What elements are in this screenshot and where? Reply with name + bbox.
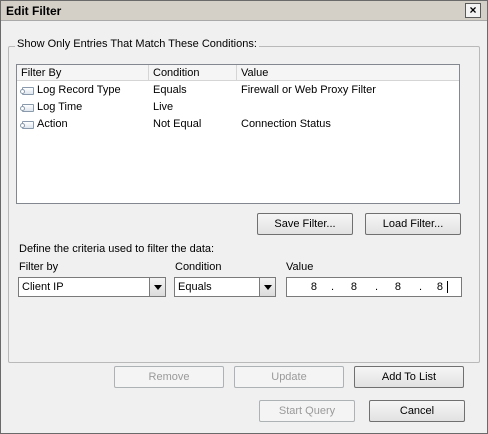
list-header: Filter By Condition Value: [17, 65, 459, 81]
condition-dropdown[interactable]: Equals: [174, 277, 276, 297]
filter-by-dropdown[interactable]: Client IP: [18, 277, 166, 297]
row-condition: Equals: [153, 84, 187, 96]
column-header-condition[interactable]: Condition: [149, 65, 237, 81]
chevron-down-icon[interactable]: [259, 278, 275, 296]
close-icon: ×: [469, 3, 477, 17]
filter-by-label: Filter by: [19, 261, 59, 273]
chevron-down-icon[interactable]: [149, 278, 165, 296]
value-label: Value: [286, 261, 314, 273]
row-filter-by: Action: [37, 118, 68, 130]
title-bar[interactable]: Edit Filter ×: [1, 1, 487, 21]
ip-octet-2[interactable]: 8: [327, 278, 357, 296]
filter-by-selected: Client IP: [22, 281, 64, 293]
criteria-instruction: Define the criteria used to filter the d…: [19, 243, 215, 255]
row-value: Firewall or Web Proxy Filter: [241, 84, 376, 96]
row-filter-by: Log Record Type: [37, 84, 121, 96]
ip-address-field[interactable]: 8 . 8 . 8 . 8: [286, 277, 462, 297]
save-filter-button[interactable]: Save Filter...: [257, 213, 353, 235]
column-header-filter-by[interactable]: Filter By: [17, 65, 149, 81]
row-condition: Live: [153, 101, 174, 113]
add-to-list-button[interactable]: Add To List: [354, 366, 464, 388]
load-filter-button[interactable]: Load Filter...: [365, 213, 461, 235]
start-query-button[interactable]: Start Query: [259, 400, 355, 422]
ip-octet-3[interactable]: 8: [371, 278, 401, 296]
dialog-title: Edit Filter: [6, 4, 62, 18]
filter-entry-icon: [20, 121, 34, 129]
condition-label: Condition: [175, 261, 222, 273]
text-cursor: [447, 281, 448, 293]
cancel-button[interactable]: Cancel: [369, 400, 465, 422]
ip-octet-1[interactable]: 8: [287, 278, 317, 296]
conditions-group-label: Show Only Entries That Match These Condi…: [15, 38, 259, 50]
row-condition: Not Equal: [153, 118, 202, 130]
row-value: Connection Status: [241, 118, 331, 130]
list-item[interactable]: Log Time Live: [17, 99, 459, 116]
remove-button[interactable]: Remove: [114, 366, 224, 388]
close-button[interactable]: ×: [465, 3, 481, 18]
list-item[interactable]: Action Not Equal Connection Status: [17, 116, 459, 133]
conditions-list[interactable]: Filter By Condition Value Log Record Typ…: [16, 64, 460, 204]
row-filter-by: Log Time: [37, 101, 83, 113]
filter-entry-icon: [20, 87, 34, 95]
column-header-value[interactable]: Value: [237, 65, 459, 81]
filter-entry-icon: [20, 104, 34, 112]
edit-filter-dialog: Edit Filter × Show Only Entries That Mat…: [0, 0, 488, 434]
update-button[interactable]: Update: [234, 366, 344, 388]
condition-selected: Equals: [178, 281, 212, 293]
ip-octet-4[interactable]: 8: [413, 278, 443, 296]
list-item[interactable]: Log Record Type Equals Firewall or Web P…: [17, 82, 459, 99]
